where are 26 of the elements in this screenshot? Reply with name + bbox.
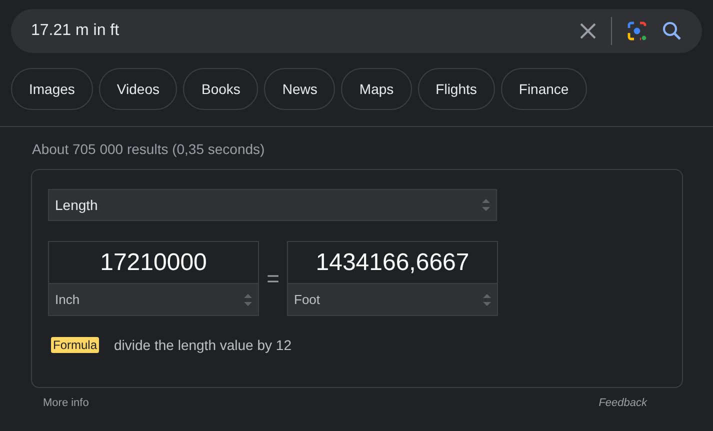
filter-chip[interactable]: Videos <box>98 68 178 110</box>
value-field[interactable]: 1434166,6667 <box>287 241 498 284</box>
filter-chip[interactable]: Maps <box>341 68 412 110</box>
equals-sign: = <box>266 266 280 292</box>
formula-text: divide the length value by 12 <box>114 337 292 353</box>
search-field[interactable]: 17.21 m in ft <box>31 22 565 40</box>
formula-label: Formula <box>51 337 100 353</box>
more-info-link[interactable]: More info <box>43 397 89 409</box>
quantity-select[interactable]: Length <box>48 189 497 221</box>
filter-chip[interactable]: Books <box>183 68 258 110</box>
search-icon[interactable] <box>662 21 682 41</box>
filter-chip[interactable]: Finance <box>500 68 587 110</box>
search-bar[interactable]: 17.21 m in ft <box>11 9 702 53</box>
sort-arrows-icon <box>244 294 252 306</box>
feedback-link[interactable]: Feedback <box>598 397 647 409</box>
unit-select[interactable]: Inch <box>48 284 259 316</box>
camera-icon[interactable] <box>626 20 648 42</box>
close-icon[interactable] <box>579 22 597 40</box>
value-field[interactable]: 17210000 <box>48 241 259 284</box>
unit-select[interactable]: Foot <box>287 284 498 316</box>
filter-chip[interactable]: Flights <box>418 68 495 110</box>
filter-chip[interactable]: Images <box>11 68 93 110</box>
filter-chip[interactable]: News <box>264 68 336 110</box>
sort-arrows-icon <box>483 294 491 306</box>
sort-arrows-icon <box>482 199 490 211</box>
results-count: About 705 000 results (0,35 seconds) <box>32 140 266 158</box>
